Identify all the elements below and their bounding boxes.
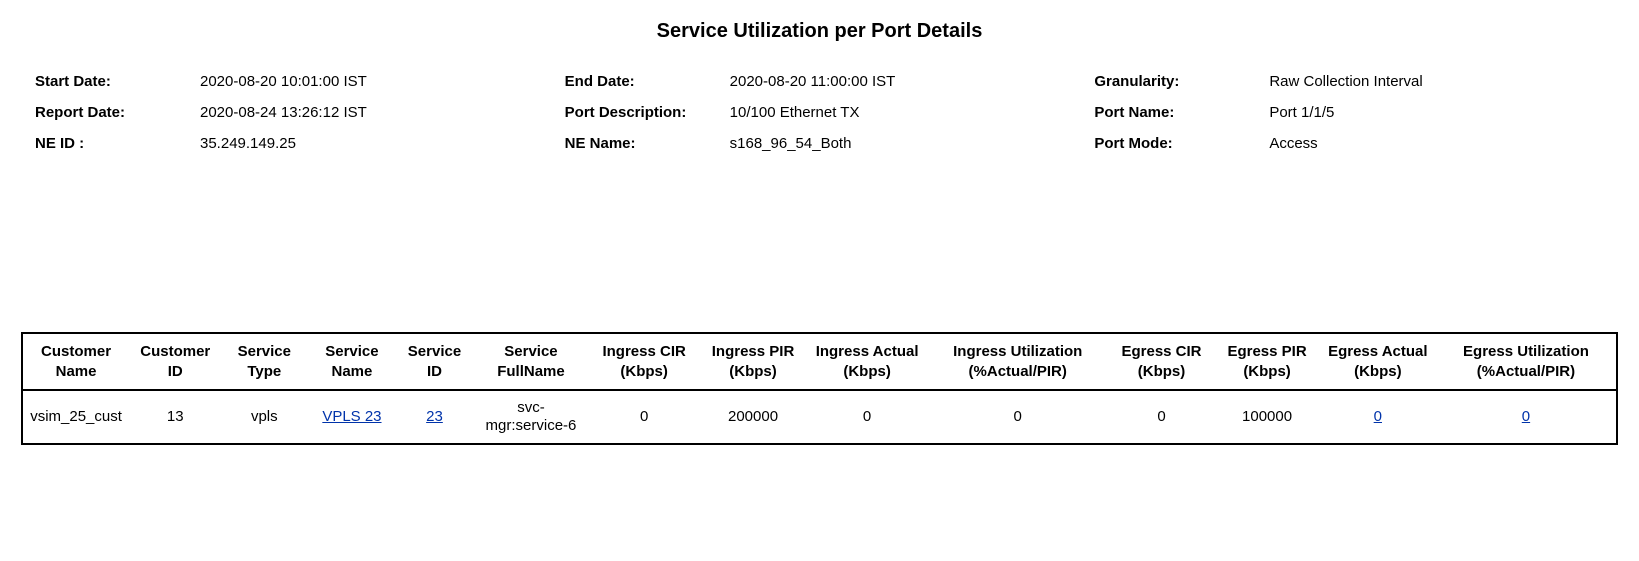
cell-ingress-util: 0 bbox=[927, 390, 1109, 444]
col-service-name: Service Name bbox=[307, 333, 397, 390]
meta-ne-name: NE Name: s168_96_54_Both bbox=[565, 135, 1075, 152]
cell-ingress-cir: 0 bbox=[590, 390, 699, 444]
service-table: Customer Name Customer ID Service Type S… bbox=[21, 332, 1618, 445]
meta-value: 10/100 Ethernet TX bbox=[730, 104, 860, 121]
cell-customer-id: 13 bbox=[129, 390, 221, 444]
col-egress-util: Egress Utilization (%Actual/PIR) bbox=[1436, 333, 1617, 390]
meta-granularity: Granularity: Raw Collection Interval bbox=[1094, 73, 1604, 90]
table-row: vsim_25_cust 13 vpls VPLS 23 23 svc-mgr:… bbox=[22, 390, 1617, 444]
meta-ne-id: NE ID : 35.249.149.25 bbox=[35, 135, 545, 152]
col-ingress-cir: Ingress CIR (Kbps) bbox=[590, 333, 699, 390]
meta-report-date: Report Date: 2020-08-24 13:26:12 IST bbox=[35, 104, 545, 121]
meta-value: 35.249.149.25 bbox=[200, 135, 296, 152]
meta-port-description: Port Description: 10/100 Ethernet TX bbox=[565, 104, 1075, 121]
cell-service-type: vpls bbox=[221, 390, 307, 444]
meta-value: 2020-08-20 10:01:00 IST bbox=[200, 73, 367, 90]
col-egress-pir: Egress PIR (Kbps) bbox=[1214, 333, 1319, 390]
meta-value: Access bbox=[1269, 135, 1317, 152]
meta-label: Report Date: bbox=[35, 104, 200, 121]
meta-value: Raw Collection Interval bbox=[1269, 73, 1422, 90]
col-egress-cir: Egress CIR (Kbps) bbox=[1109, 333, 1215, 390]
service-id-link[interactable]: 23 bbox=[426, 408, 443, 425]
cell-egress-pir: 100000 bbox=[1214, 390, 1319, 444]
meta-value: s168_96_54_Both bbox=[730, 135, 852, 152]
col-ingress-actual: Ingress Actual (Kbps) bbox=[807, 333, 927, 390]
meta-end-date: End Date: 2020-08-20 11:00:00 IST bbox=[565, 73, 1075, 90]
col-egress-actual: Egress Actual (Kbps) bbox=[1320, 333, 1436, 390]
cell-text: vsim_25_cust bbox=[29, 408, 123, 426]
meta-port-name: Port Name: Port 1/1/5 bbox=[1094, 104, 1604, 121]
meta-value: Port 1/1/5 bbox=[1269, 104, 1334, 121]
page-title: Service Utilization per Port Details bbox=[15, 20, 1624, 43]
cell-ingress-pir: 200000 bbox=[699, 390, 808, 444]
meta-label: NE Name: bbox=[565, 135, 730, 152]
col-customer-name: Customer Name bbox=[22, 333, 129, 390]
meta-label: Port Name: bbox=[1094, 104, 1269, 121]
meta-label: Port Mode: bbox=[1094, 135, 1269, 152]
meta-label: NE ID : bbox=[35, 135, 200, 152]
col-service-type: Service Type bbox=[221, 333, 307, 390]
col-ingress-util: Ingress Utilization (%Actual/PIR) bbox=[927, 333, 1109, 390]
cell-ingress-actual: 0 bbox=[807, 390, 927, 444]
cell-egress-actual: 0 bbox=[1320, 390, 1436, 444]
report-metadata: Start Date: 2020-08-20 10:01:00 IST End … bbox=[35, 73, 1604, 152]
meta-start-date: Start Date: 2020-08-20 10:01:00 IST bbox=[35, 73, 545, 90]
service-name-link[interactable]: VPLS 23 bbox=[322, 408, 381, 425]
col-service-id: Service ID bbox=[397, 333, 473, 390]
egress-util-link[interactable]: 0 bbox=[1522, 408, 1530, 425]
meta-port-mode: Port Mode: Access bbox=[1094, 135, 1604, 152]
cell-service-id: 23 bbox=[397, 390, 473, 444]
meta-label: End Date: bbox=[565, 73, 730, 90]
table-header-row: Customer Name Customer ID Service Type S… bbox=[22, 333, 1617, 390]
col-service-fullname: Service FullName bbox=[472, 333, 589, 390]
cell-customer-name: vsim_25_cust bbox=[22, 390, 129, 444]
egress-actual-link[interactable]: 0 bbox=[1374, 408, 1382, 425]
cell-service-fullname: svc-mgr:service-6 bbox=[472, 390, 589, 444]
meta-label: Granularity: bbox=[1094, 73, 1269, 90]
col-customer-id: Customer ID bbox=[129, 333, 221, 390]
meta-label: Start Date: bbox=[35, 73, 200, 90]
cell-egress-cir: 0 bbox=[1109, 390, 1215, 444]
cell-egress-util: 0 bbox=[1436, 390, 1617, 444]
cell-service-name: VPLS 23 bbox=[307, 390, 397, 444]
col-ingress-pir: Ingress PIR (Kbps) bbox=[699, 333, 808, 390]
meta-label: Port Description: bbox=[565, 104, 730, 121]
meta-value: 2020-08-20 11:00:00 IST bbox=[730, 73, 896, 90]
meta-value: 2020-08-24 13:26:12 IST bbox=[200, 104, 367, 121]
